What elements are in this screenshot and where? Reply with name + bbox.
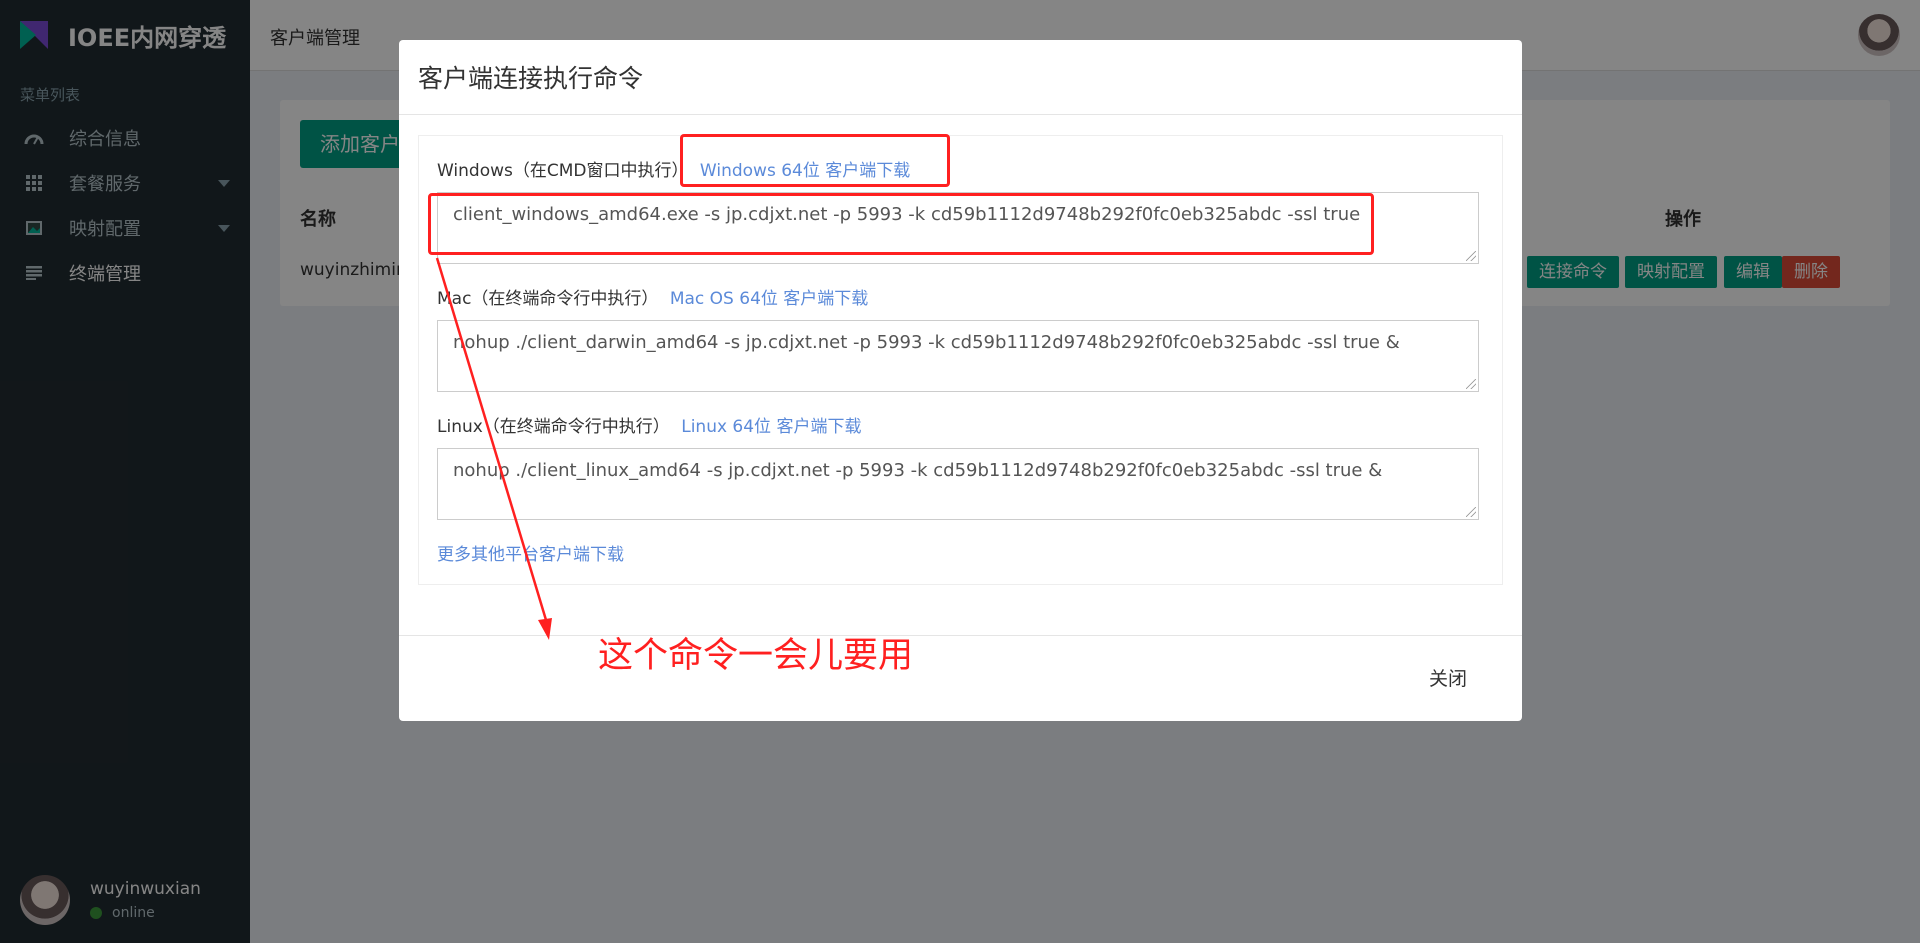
close-button[interactable]: 关闭 xyxy=(1429,664,1467,691)
resize-handle-icon[interactable] xyxy=(1466,507,1476,517)
annotation-box-download-link xyxy=(680,134,950,187)
resize-handle-icon[interactable] xyxy=(1466,251,1476,261)
annotation-box-windows-command xyxy=(428,193,1374,255)
linux-download-link[interactable]: Linux 64位 客户端下载 xyxy=(681,417,861,437)
linux-label-row: Linux（在终端命令行中执行） Linux 64位 客户端下载 xyxy=(437,412,861,437)
windows-label: Windows（在CMD窗口中执行） xyxy=(437,161,689,181)
resize-handle-icon[interactable] xyxy=(1466,379,1476,389)
mac-label: Mac（在终端命令行中执行） xyxy=(437,289,659,309)
connect-command-modal: 客户端连接执行命令 Windows（在CMD窗口中执行） Windows 64位… xyxy=(399,40,1522,721)
modal-title: 客户端连接执行命令 xyxy=(418,64,644,93)
mac-label-row: Mac（在终端命令行中执行） Mac OS 64位 客户端下载 xyxy=(437,284,868,309)
linux-command-textarea[interactable]: nohup ./client_linux_amd64 -s jp.cdjxt.n… xyxy=(437,448,1479,520)
modal-footer: 关闭 xyxy=(399,635,1522,721)
mac-download-link[interactable]: Mac OS 64位 客户端下载 xyxy=(670,289,868,309)
more-platforms-link[interactable]: 更多其他平台客户端下载 xyxy=(437,540,624,565)
mac-command-textarea[interactable]: nohup ./client_darwin_amd64 -s jp.cdjxt.… xyxy=(437,320,1479,392)
linux-command-text: nohup ./client_linux_amd64 -s jp.cdjxt.n… xyxy=(453,460,1383,481)
linux-label: Linux（在终端命令行中执行） xyxy=(437,417,670,437)
annotation-text: 这个命令一会儿要用 xyxy=(598,636,914,676)
mac-command-text: nohup ./client_darwin_amd64 -s jp.cdjxt.… xyxy=(453,332,1400,353)
